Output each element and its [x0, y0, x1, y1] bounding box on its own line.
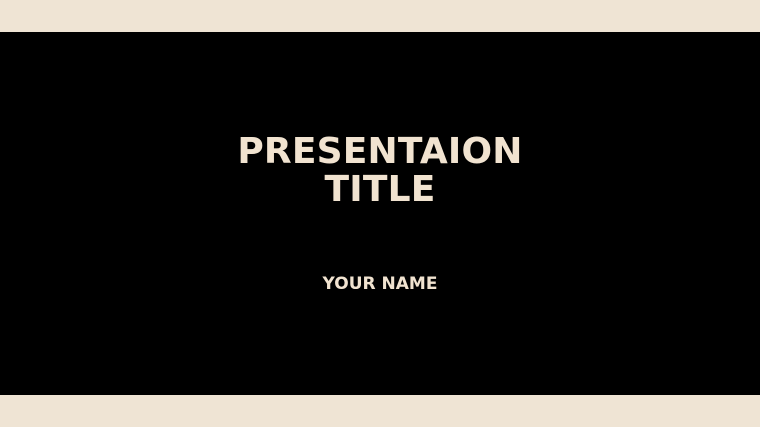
- top-band: [0, 0, 760, 32]
- main-panel: [0, 32, 760, 395]
- slide-subtitle: YOUR NAME: [322, 274, 438, 294]
- slide-title-line-1: PRESENTAION: [237, 131, 523, 172]
- slide-title-line-2: TITLE: [324, 169, 436, 210]
- slide-title: PRESENTAION TITLE: [0, 133, 760, 209]
- presentation-slide: PRESENTAION TITLE YOUR NAME: [0, 0, 760, 427]
- bottom-band: [0, 395, 760, 427]
